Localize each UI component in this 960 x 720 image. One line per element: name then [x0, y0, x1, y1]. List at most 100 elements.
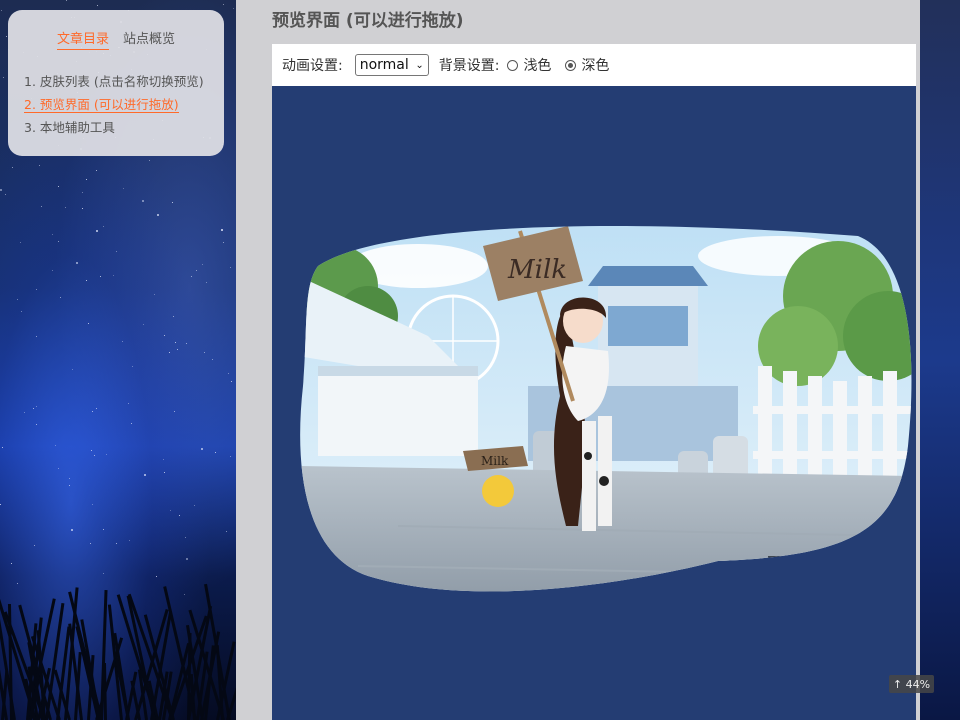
star-decoration	[92, 504, 93, 505]
star-decoration	[5, 194, 6, 195]
star-decoration	[72, 369, 73, 370]
star-decoration	[96, 408, 97, 409]
star-decoration	[142, 200, 144, 202]
star-decoration	[36, 406, 37, 407]
star-decoration	[175, 342, 176, 343]
bg-dark-label: 深色	[581, 58, 610, 74]
star-decoration	[71, 529, 73, 531]
star-decoration	[58, 241, 59, 242]
star-decoration	[17, 299, 18, 300]
star-decoration	[21, 311, 22, 312]
star-decoration	[103, 573, 104, 574]
star-decoration	[39, 165, 40, 166]
star-decoration	[6, 36, 7, 37]
star-decoration	[11, 563, 12, 564]
star-decoration	[223, 242, 224, 243]
star-decoration	[82, 192, 83, 193]
star-decoration	[52, 234, 53, 235]
toc-item-skin-list[interactable]: 1. 皮肤列表 (点击名称切换预览)	[24, 70, 208, 93]
star-decoration	[149, 160, 150, 161]
toc-panel: 文章目录 站点概览 1. 皮肤列表 (点击名称切换预览) 2. 预览界面 (可以…	[8, 10, 224, 156]
star-decoration	[0, 504, 1, 505]
star-decoration	[69, 485, 70, 486]
toc-item-preview[interactable]: 2. 预览界面 (可以进行拖放)	[24, 93, 208, 116]
preview-toolbar: 动画设置: normal ⌄ 背景设置: 浅色 深色	[272, 44, 916, 86]
star-decoration	[97, 5, 98, 6]
star-decoration	[36, 289, 37, 290]
background-label: 背景设置:	[438, 58, 500, 74]
star-decoration	[103, 529, 104, 530]
star-decoration	[90, 543, 91, 544]
star-decoration	[226, 531, 227, 532]
star-decoration	[215, 452, 216, 453]
star-decoration	[122, 341, 123, 342]
star-decoration	[66, 0, 67, 1]
star-decoration	[58, 186, 59, 187]
star-decoration	[143, 324, 144, 325]
star-decoration	[131, 423, 132, 424]
animation-select[interactable]: normal ⌄	[354, 54, 429, 76]
skin-artwork[interactable]: Milk Milk	[298, 226, 912, 604]
star-decoration	[129, 540, 130, 541]
star-decoration	[186, 343, 187, 344]
toc-item-label: 2. 预览界面 (可以进行拖放)	[24, 97, 179, 113]
preview-stage[interactable]: Milk Milk	[272, 86, 916, 720]
star-decoration	[128, 403, 129, 404]
star-decoration	[100, 276, 101, 277]
star-decoration	[177, 349, 178, 350]
star-decoration	[1, 10, 2, 11]
animation-label: 动画设置:	[282, 58, 343, 74]
star-decoration	[173, 316, 174, 317]
star-decoration	[60, 297, 61, 298]
star-decoration	[230, 267, 231, 268]
star-decoration	[233, 8, 234, 9]
star-decoration	[154, 294, 155, 295]
star-decoration	[3, 77, 4, 78]
star-decoration	[164, 335, 165, 336]
star-decoration	[144, 474, 146, 476]
tab-article-toc[interactable]: 文章目录	[56, 28, 109, 50]
star-decoration	[212, 359, 213, 360]
star-decoration	[172, 202, 173, 203]
star-decoration	[228, 373, 229, 374]
scroll-to-top-button[interactable]: ↑ 44%	[889, 675, 934, 693]
bg-dark-radio[interactable]: 深色	[565, 55, 609, 75]
star-decoration	[0, 189, 2, 191]
star-decoration	[164, 472, 165, 473]
chevron-down-icon: ⌄	[415, 59, 424, 71]
star-decoration	[163, 459, 164, 460]
star-decoration	[2, 447, 3, 448]
star-decoration	[201, 448, 203, 450]
star-decoration	[96, 170, 97, 171]
milk-sign-text: Milk	[507, 255, 567, 285]
star-decoration	[92, 411, 93, 412]
small-sign-text: Milk	[481, 454, 509, 468]
starry-background-right	[920, 0, 960, 720]
star-decoration	[24, 412, 25, 413]
star-decoration	[170, 510, 171, 511]
star-decoration	[204, 352, 205, 353]
tab-site-overview[interactable]: 站点概览	[123, 28, 175, 50]
main-content: 预览界面 (可以进行拖放) 动画设置: normal ⌄ 背景设置: 浅色 深色	[236, 0, 920, 720]
star-decoration	[186, 558, 188, 560]
toc-tabs: 文章目录 站点概览	[24, 28, 208, 50]
star-decoration	[55, 445, 56, 446]
star-decoration	[33, 408, 34, 409]
toc-item-local-tools[interactable]: 3. 本地辅助工具	[24, 116, 208, 139]
star-decoration	[132, 366, 133, 367]
star-decoration	[36, 424, 37, 425]
star-decoration	[206, 282, 207, 283]
star-decoration	[12, 167, 13, 168]
star-decoration	[116, 251, 117, 252]
star-decoration	[41, 206, 42, 207]
star-decoration	[196, 270, 197, 271]
bg-light-radio[interactable]: 浅色	[507, 55, 551, 75]
star-decoration	[156, 576, 157, 577]
animation-select-value: normal	[359, 57, 409, 73]
star-decoration	[65, 207, 66, 208]
star-decoration	[20, 242, 21, 243]
star-decoration	[116, 543, 117, 544]
star-decoration	[221, 229, 223, 231]
star-decoration	[123, 188, 124, 189]
star-decoration	[86, 280, 87, 281]
